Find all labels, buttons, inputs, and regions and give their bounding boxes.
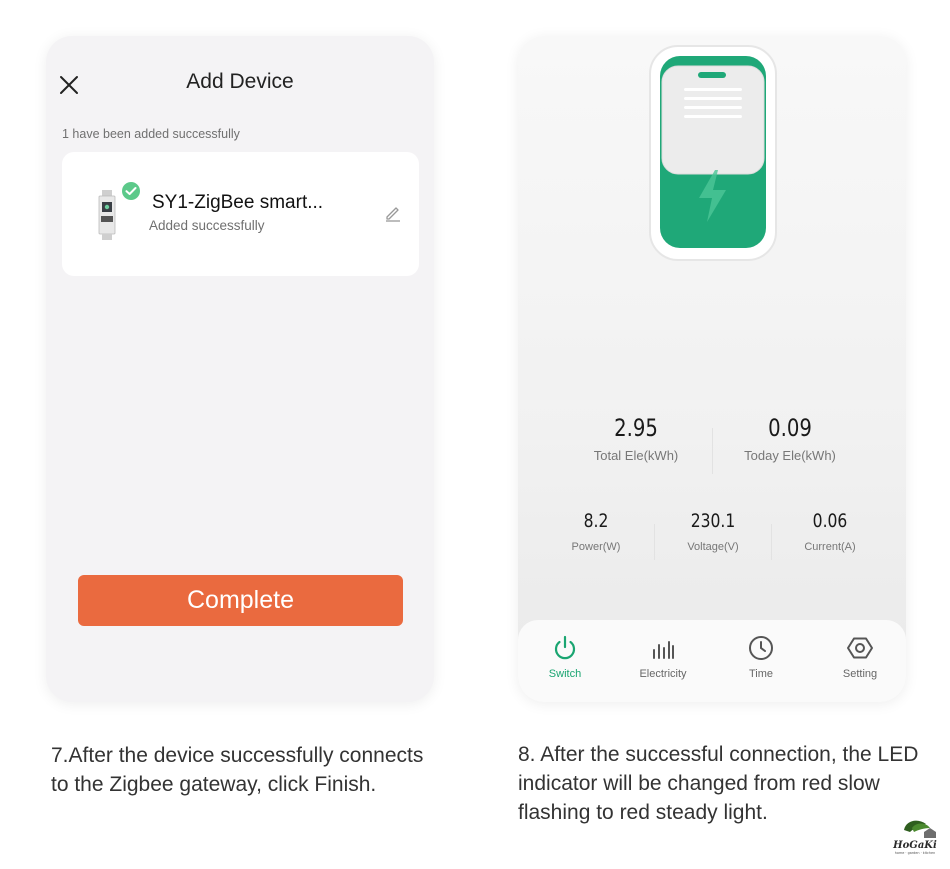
tab-setting[interactable]: Setting	[815, 634, 905, 680]
complete-button[interactable]: Complete	[78, 575, 403, 626]
voltage-label: Voltage(V)	[687, 541, 739, 553]
pencil-icon	[386, 207, 400, 222]
device-status: Added successfully	[149, 218, 265, 233]
stat-divider	[771, 524, 772, 560]
tab-switch[interactable]: Switch	[520, 634, 610, 680]
device-switch-illustration	[649, 45, 777, 261]
voltage-value: 230.1	[690, 510, 736, 532]
current-label: Current(A)	[804, 541, 856, 553]
today-electricity-label: Today Ele(kWh)	[744, 448, 836, 463]
edit-name-button[interactable]	[384, 204, 402, 222]
stat-divider	[712, 428, 713, 474]
voltage-stat: 230.1 Voltage(V)	[668, 510, 758, 553]
bar-chart-icon	[653, 641, 674, 659]
svg-text:HoGaKi: HoGaKi	[892, 840, 937, 851]
tab-setting-label: Setting	[842, 668, 878, 680]
bottom-tab-bar: Switch Electricity Time Setting	[518, 620, 906, 702]
step-8-caption: 8. After the successful connection, the …	[518, 743, 919, 824]
today-electricity-value: 0.09	[768, 414, 812, 442]
step-7-caption: 7.After the device successfully connects…	[51, 744, 424, 796]
total-electricity-stat: 2.95 Total Ele(kWh)	[576, 414, 696, 463]
current-value: 0.06	[812, 510, 848, 532]
device-name: SY1-ZigBee smart...	[152, 192, 324, 213]
svg-text:home · garden · kitchen: home · garden · kitchen	[895, 851, 936, 855]
today-electricity-stat: 0.09 Today Ele(kWh)	[730, 414, 850, 463]
power-value: 8.2	[583, 510, 609, 532]
success-check-icon	[120, 180, 142, 202]
device-card[interactable]: SY1-ZigBee smart... Added successfully	[62, 152, 419, 276]
page-title: Add Device	[186, 70, 294, 93]
device-image	[98, 190, 116, 240]
tab-electricity-label: Electricity	[639, 668, 687, 680]
added-count-message: 1 have been added successfully	[62, 127, 240, 141]
tab-time-label: Time	[748, 668, 774, 680]
total-electricity-label: Total Ele(kWh)	[593, 448, 679, 463]
device-panel-screen: 2.95 Total Ele(kWh) 0.09 Today Ele(kWh) …	[518, 36, 906, 702]
clock-icon	[749, 636, 773, 660]
total-electricity-value: 2.95	[614, 414, 658, 442]
hogaki-logo: HoGaKi home · garden · kitchen	[892, 820, 937, 855]
add-device-screen: Add Device 1 have been added successfull…	[46, 36, 434, 702]
power-stat: 8.2 Power(W)	[556, 510, 636, 553]
settings-icon	[847, 637, 873, 659]
tab-electricity[interactable]: Electricity	[618, 634, 708, 680]
current-stat: 0.06 Current(A)	[790, 510, 870, 553]
tab-time[interactable]: Time	[716, 634, 806, 680]
power-label: Power(W)	[571, 541, 621, 553]
stat-divider	[654, 524, 655, 560]
tab-switch-label: Switch	[548, 668, 582, 680]
power-icon	[554, 635, 576, 660]
